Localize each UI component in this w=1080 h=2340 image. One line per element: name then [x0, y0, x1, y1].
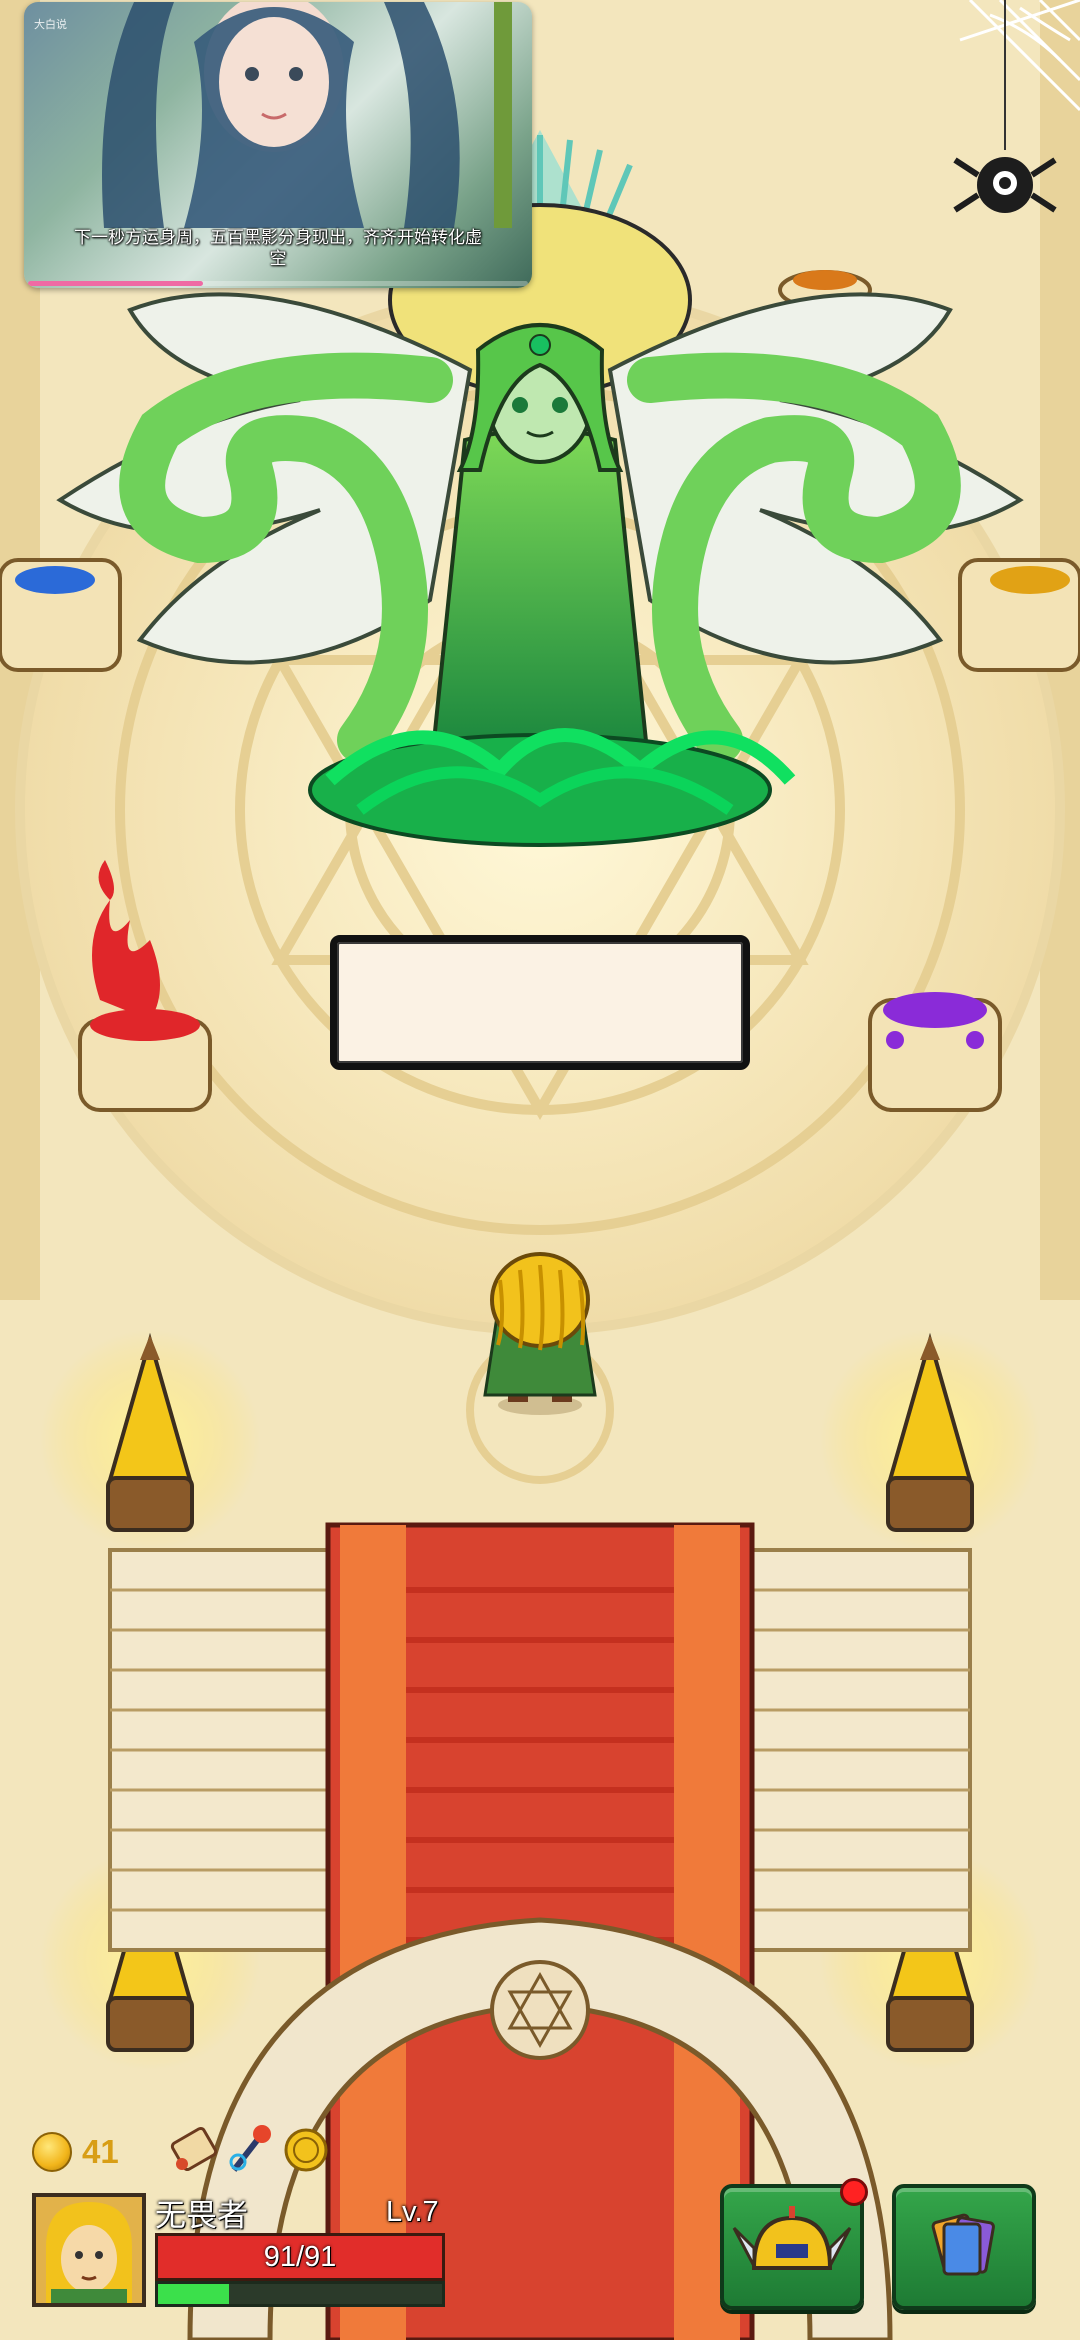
purple-brazier: [868, 992, 1002, 1112]
buff-icons: [168, 2120, 332, 2178]
hero-name: 无畏者: [155, 2198, 248, 2234]
video-subtitle: 下一秒方运身周，五百黑影分身现出，齐齐开始转化虚空: [74, 228, 482, 269]
notification-dot: [840, 2178, 868, 2206]
equipment-helmet-icon: [732, 2206, 852, 2270]
coin-icon[interactable]: [280, 2120, 332, 2178]
equipment-button[interactable]: [720, 2178, 868, 2310]
hp-text: 91/91: [263, 2241, 337, 2273]
hero-avatar[interactable]: [32, 2193, 146, 2307]
hero-character: [483, 1252, 597, 1415]
brick-wall-right: [748, 1548, 972, 1952]
cards-icon: [931, 2213, 995, 2276]
video-progress-fill: [28, 281, 203, 286]
xp-fill: [158, 2284, 229, 2304]
scroll-icon[interactable]: [168, 2120, 220, 2178]
brazier-right: [958, 558, 1080, 672]
video-corner-tag: 大白说: [34, 19, 67, 31]
xp-bar: [155, 2281, 445, 2307]
video-frame-art: [102, 2, 512, 228]
cards-button[interactable]: [892, 2184, 1036, 2310]
gold-counter: 41: [32, 2128, 119, 2176]
video-progress-bar[interactable]: [28, 281, 528, 286]
wand-icon[interactable]: [224, 2120, 276, 2178]
hp-bar: 91/91: [155, 2233, 445, 2281]
hero-level: Lv.7: [386, 2196, 439, 2228]
gold-amount: 41: [82, 2133, 119, 2170]
brick-wall-left: [108, 1548, 332, 1952]
video-overlay[interactable]: 大白说 下一秒方运身周，五百黑影分身现出，齐齐开始转化虚空: [24, 2, 532, 288]
hero-portrait: [36, 2197, 142, 2303]
gold-coin-icon: [32, 2132, 72, 2172]
brazier-left: [0, 558, 122, 672]
dialog-box[interactable]: [330, 935, 750, 1070]
game-scene: [0, 0, 1080, 2340]
